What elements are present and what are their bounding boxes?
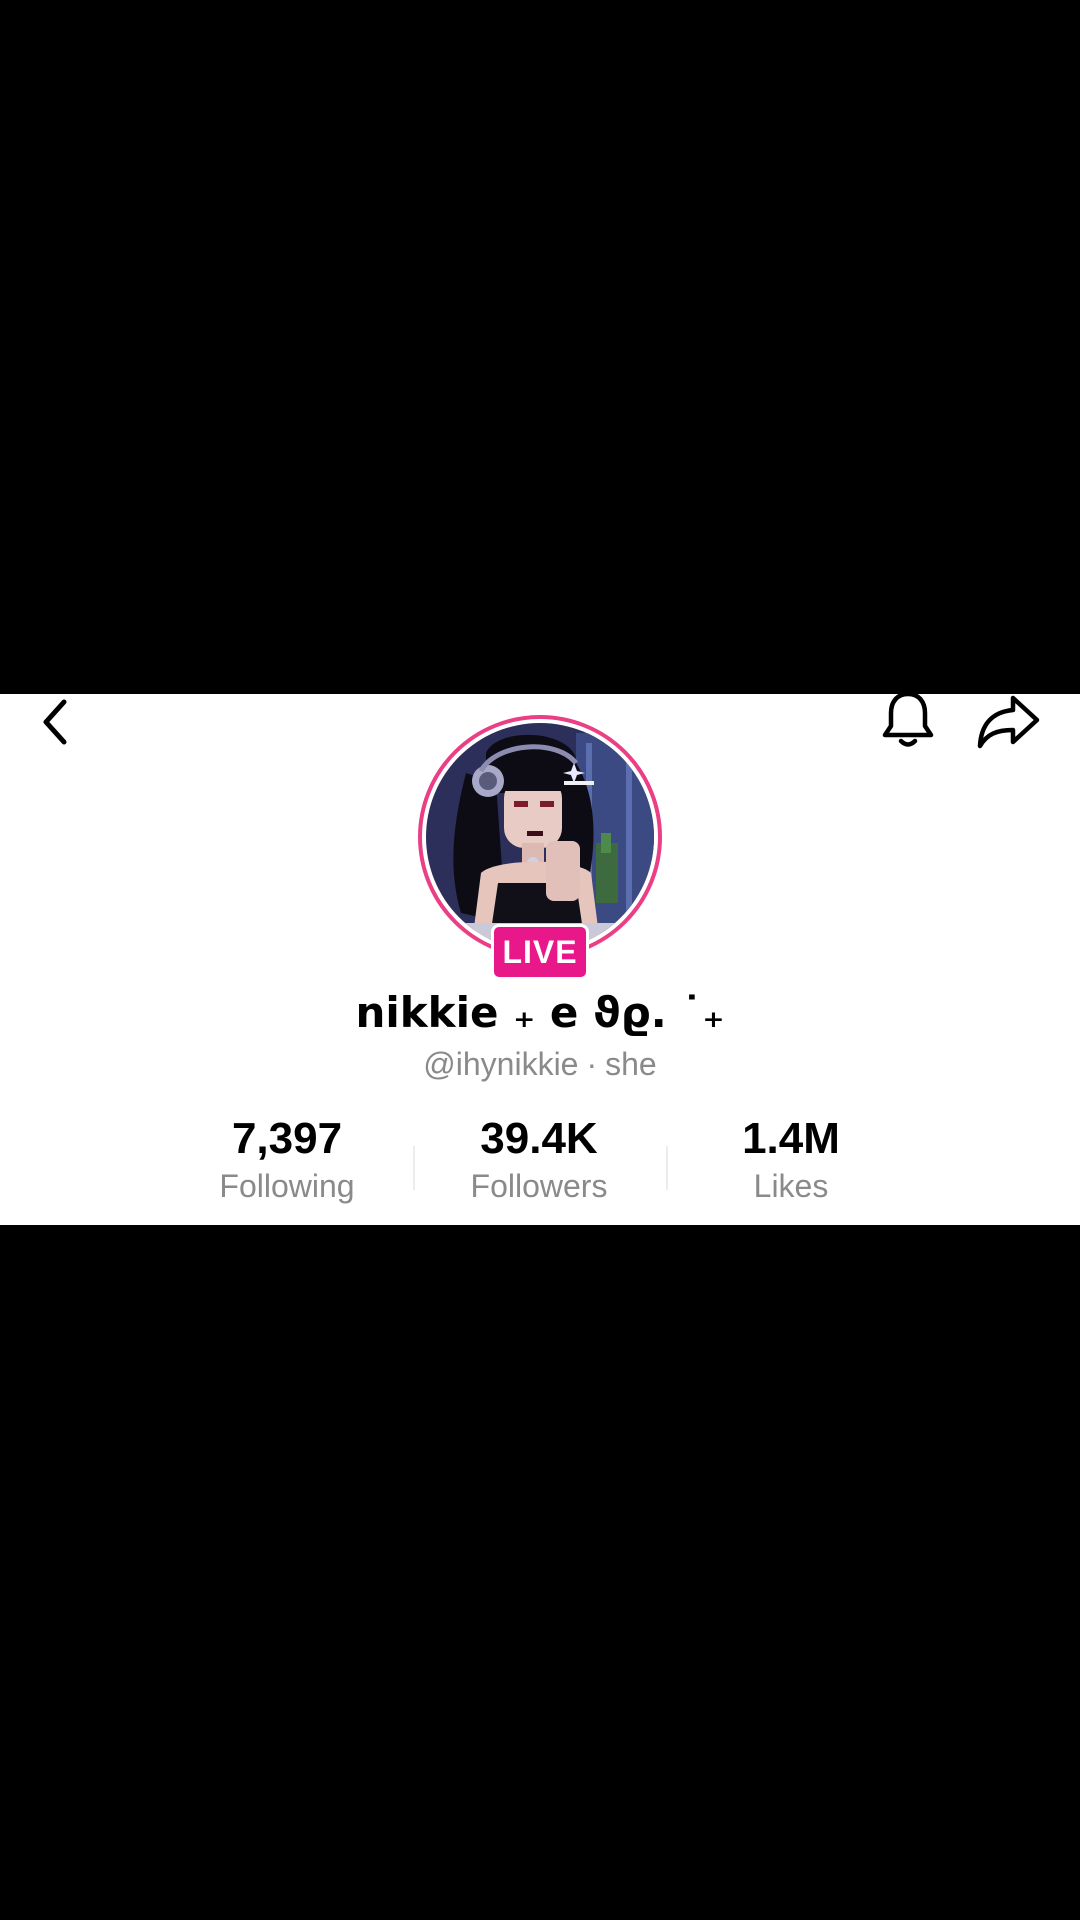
letterbox-bottom [0, 1225, 1080, 1920]
stat-likes[interactable]: 1.4M Likes [671, 1114, 911, 1206]
avatar [426, 723, 654, 951]
stat-followers[interactable]: 39.4K Followers [419, 1114, 659, 1206]
stat-following[interactable]: 7,397 Following [167, 1114, 407, 1206]
back-button[interactable] [24, 694, 88, 750]
followers-label: Followers [470, 1168, 608, 1204]
live-label: LIVE [502, 933, 578, 970]
bell-icon [882, 691, 934, 747]
handle-separator: · [586, 1046, 598, 1082]
pronouns: she [605, 1046, 657, 1082]
chevron-left-icon [43, 699, 67, 745]
avatar-image [426, 723, 654, 951]
following-count: 7,397 [231, 1114, 343, 1163]
profile-header: LIVE nikkie ₊ e ϑϱ. ˙₊ @ihynikkie · she 7,… [0, 691, 1080, 1225]
live-badge[interactable]: LIVE [491, 924, 589, 980]
followers-count: 39.4K [480, 1114, 598, 1163]
stats-row: 7,397 Following 39.4K Followers 1.4M Lik… [0, 1114, 1080, 1204]
stats-divider [413, 1146, 415, 1190]
avatar-ring[interactable] [418, 715, 662, 959]
handle-line: @ihynikkie · she [0, 1046, 1080, 1083]
share-icon [977, 695, 1040, 749]
display-name: nikkie ₊ e ϑϱ. ˙₊ [355, 988, 725, 1037]
share-button[interactable] [972, 690, 1044, 754]
stats-divider [666, 1146, 668, 1190]
username-handle: @ihynikkie [423, 1046, 579, 1082]
likes-label: Likes [753, 1168, 829, 1204]
likes-count: 1.4M [742, 1114, 840, 1163]
following-label: Following [219, 1168, 355, 1204]
letterbox-top [0, 0, 1080, 694]
notification-bell-button[interactable] [876, 688, 940, 752]
